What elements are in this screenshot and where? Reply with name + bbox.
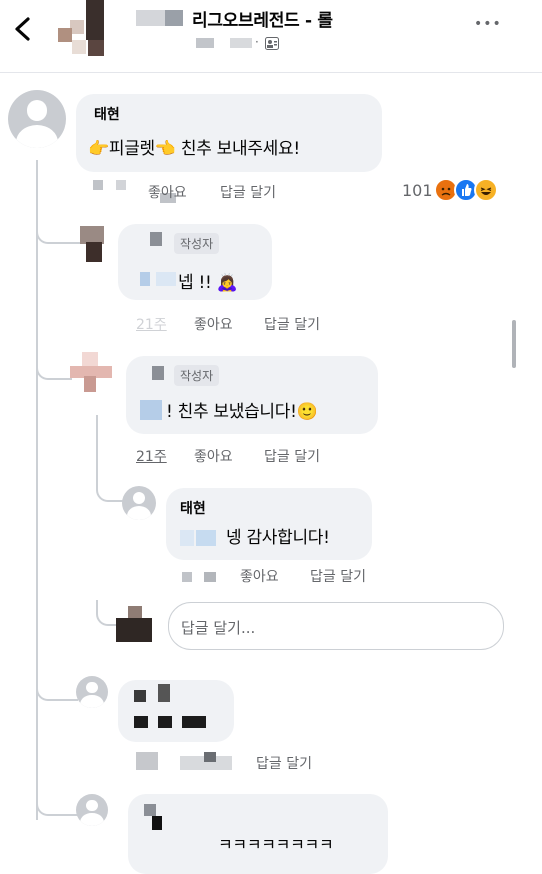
comment-text: ! 친추 보냈습니다!🙂 bbox=[166, 402, 318, 422]
reply-button[interactable]: 답글 달기 bbox=[310, 566, 366, 586]
comment-text: 👉피글렛👈 친추 보내주세요! bbox=[88, 139, 300, 159]
avatar[interactable] bbox=[76, 676, 108, 708]
thread-curve bbox=[36, 675, 78, 701]
scrollbar[interactable] bbox=[512, 320, 516, 368]
thread-curve bbox=[96, 470, 126, 502]
group-icon bbox=[265, 37, 279, 50]
reaction-count[interactable]: 101 bbox=[402, 181, 433, 200]
thread-curve bbox=[36, 790, 78, 816]
thread-curve bbox=[36, 210, 80, 244]
comment-text: 넹 감사합니다! bbox=[226, 528, 330, 548]
comment-author[interactable]: 태현 bbox=[180, 498, 206, 518]
reply-button[interactable]: 답글 달기 bbox=[256, 753, 312, 773]
reply-input-placeholder: 답글 달기... bbox=[181, 619, 256, 637]
author-badge: 작성자 bbox=[174, 365, 220, 386]
reply-input[interactable]: 답글 달기... bbox=[168, 602, 504, 650]
reply-button[interactable]: 답글 달기 bbox=[264, 314, 320, 334]
avatar[interactable] bbox=[122, 486, 156, 520]
like-button[interactable]: 좋아요 bbox=[194, 446, 233, 466]
comment-text: 넵 !! 🙇‍♀️ bbox=[178, 273, 238, 293]
avatar[interactable] bbox=[70, 352, 112, 392]
avatar[interactable] bbox=[80, 226, 104, 262]
comment-bubble bbox=[76, 94, 382, 172]
like-button[interactable]: 좋아요 bbox=[194, 314, 233, 334]
avatar[interactable] bbox=[116, 606, 152, 642]
like-button[interactable]: 좋아요 bbox=[240, 566, 279, 586]
avatar[interactable] bbox=[8, 90, 66, 148]
comment-author[interactable]: 태현 bbox=[94, 104, 120, 124]
header: 리그오브레전드 - 롤 · ••• bbox=[0, 0, 542, 73]
page-title[interactable]: 리그오브레전드 - 롤 bbox=[192, 6, 333, 31]
timestamp[interactable]: 21주 bbox=[136, 446, 167, 466]
more-options-icon[interactable]: ••• bbox=[474, 16, 502, 32]
reply-button[interactable]: 답글 달기 bbox=[264, 446, 320, 466]
thread-line bbox=[36, 160, 38, 820]
reply-button[interactable]: 답글 달기 bbox=[220, 182, 276, 202]
timestamp[interactable]: 21주 bbox=[136, 314, 167, 334]
back-arrow-icon[interactable] bbox=[12, 16, 34, 42]
comment-text: ㅋㅋㅋㅋㅋㅋㅋㅋ bbox=[218, 835, 334, 854]
page-avatar[interactable] bbox=[58, 0, 106, 58]
author-badge: 작성자 bbox=[174, 233, 220, 254]
haha-icon bbox=[474, 178, 498, 202]
thread-curve bbox=[36, 340, 72, 380]
subtitle-separator: · bbox=[255, 35, 259, 49]
like-button[interactable]: 좋아요 bbox=[148, 182, 187, 202]
avatar[interactable] bbox=[76, 794, 108, 826]
